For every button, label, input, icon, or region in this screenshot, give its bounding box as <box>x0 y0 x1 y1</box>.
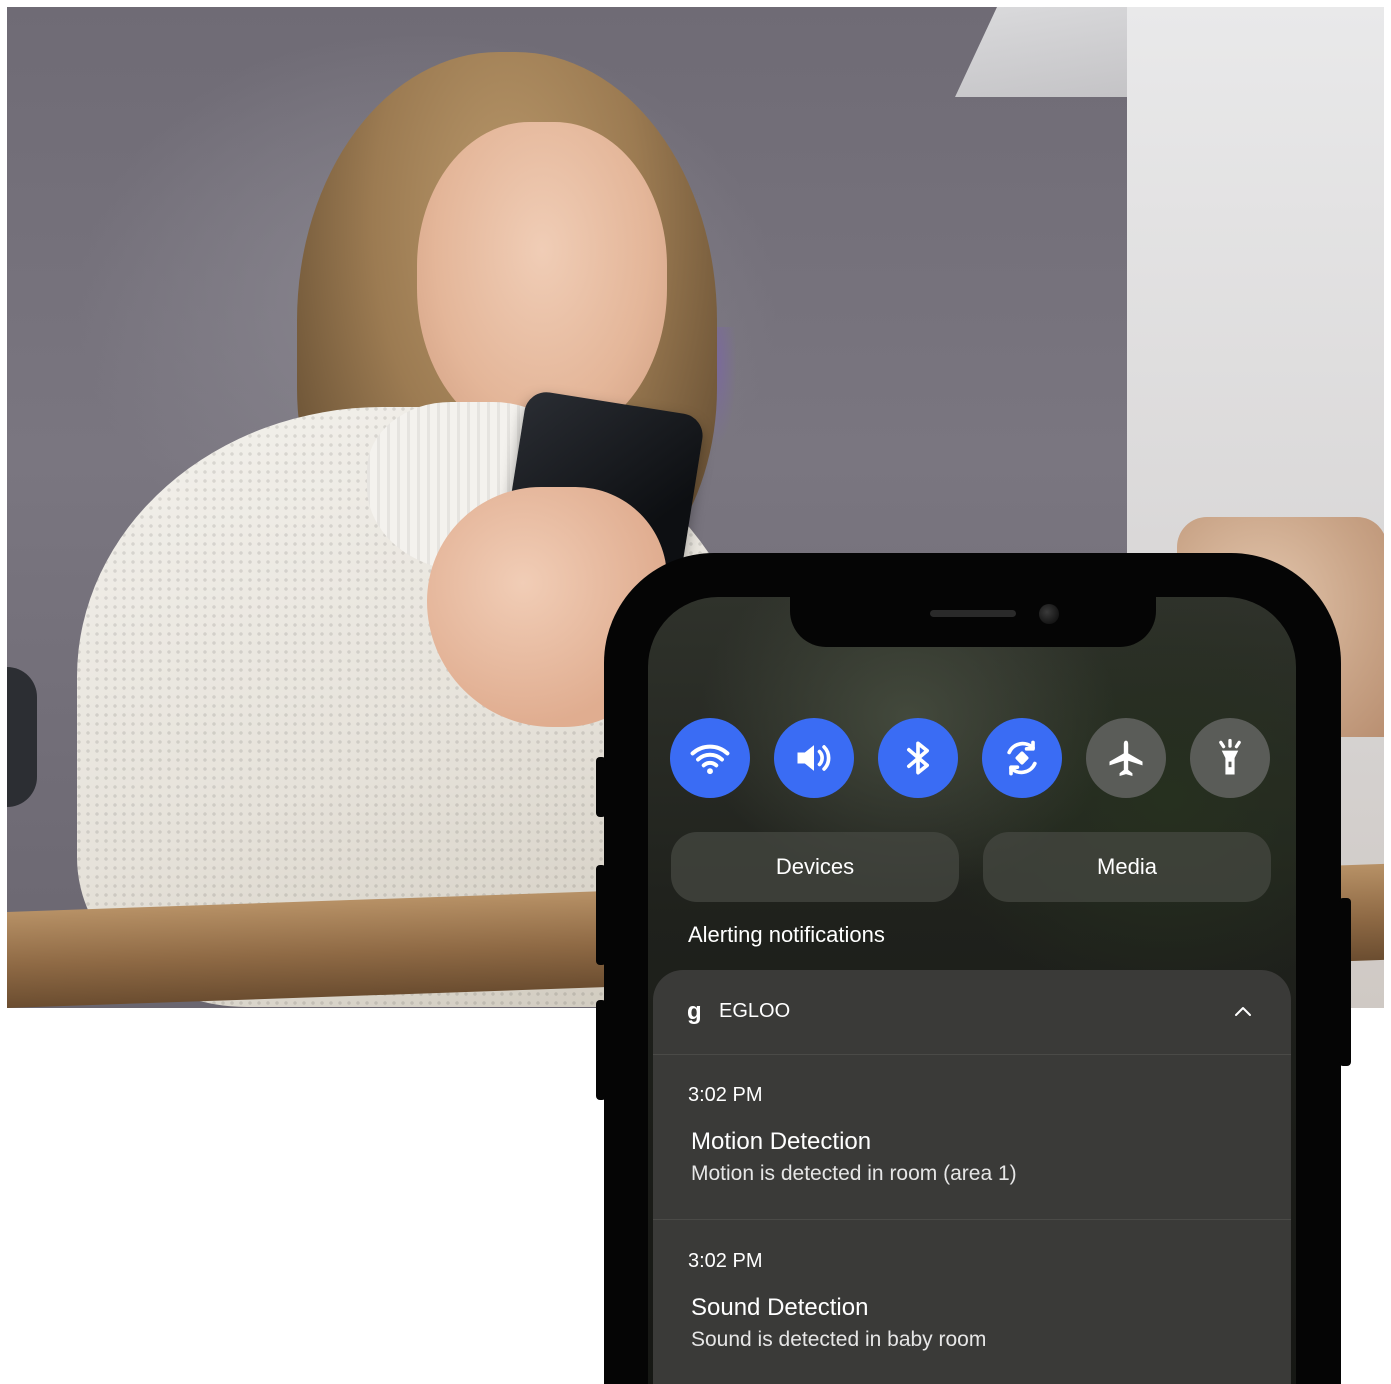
airplane-toggle[interactable] <box>1086 718 1166 798</box>
notification-time: 3:02 PM <box>688 1250 763 1272</box>
media-button[interactable]: Media <box>983 832 1271 902</box>
volume-icon <box>797 745 831 771</box>
devices-label: Devices <box>775 854 855 879</box>
egloo-logo-icon: g <box>687 998 702 1025</box>
bluetooth-icon <box>907 741 929 775</box>
bluetooth-toggle[interactable] <box>878 718 958 798</box>
wifi-icon <box>690 744 730 775</box>
phone-camera <box>1039 604 1059 624</box>
dark-object <box>7 667 37 807</box>
alerting-notifications-title: Alerting notifications <box>688 922 885 947</box>
sound-toggle[interactable] <box>774 718 854 798</box>
airplane-icon <box>1109 740 1143 776</box>
phone-notch <box>790 597 1156 647</box>
notification-item[interactable]: 3:02 PM Sound Detection Sound is detecte… <box>653 1220 1291 1384</box>
phone-side-button <box>596 757 606 817</box>
notification-time: 3:02 PM <box>688 1084 763 1106</box>
phone-speaker <box>930 610 1016 617</box>
notification-header[interactable]: g EGLOO <box>653 970 1291 1055</box>
phone-power-button <box>1339 898 1351 1066</box>
notification-card[interactable]: g EGLOO 3:02 PM Motion Detection Motion … <box>653 970 1291 1384</box>
media-label: Media <box>1097 854 1157 879</box>
quick-settings-row <box>670 718 1271 800</box>
page: Devices Media Alerting notifications g E… <box>0 0 1391 1384</box>
chevron-up-icon[interactable] <box>1231 1000 1255 1024</box>
devices-button[interactable]: Devices <box>671 832 959 902</box>
flashlight-icon <box>1219 738 1241 775</box>
notification-item[interactable]: 3:02 PM Motion Detection Motion is detec… <box>653 1054 1291 1220</box>
auto-rotate-toggle[interactable] <box>982 718 1062 798</box>
notification-body: Sound is detected in baby room <box>691 1328 987 1351</box>
notification-body: Motion is detected in room (area 1) <box>691 1162 1017 1185</box>
auto-rotate-icon <box>1007 740 1037 776</box>
wifi-toggle[interactable] <box>670 718 750 798</box>
flashlight-toggle[interactable] <box>1190 718 1270 798</box>
phone-side-button <box>596 1000 606 1100</box>
notification-title: Sound Detection <box>691 1294 869 1321</box>
app-name: EGLOO <box>719 1000 791 1022</box>
phone-side-button <box>596 865 606 965</box>
notification-title: Motion Detection <box>691 1128 872 1155</box>
